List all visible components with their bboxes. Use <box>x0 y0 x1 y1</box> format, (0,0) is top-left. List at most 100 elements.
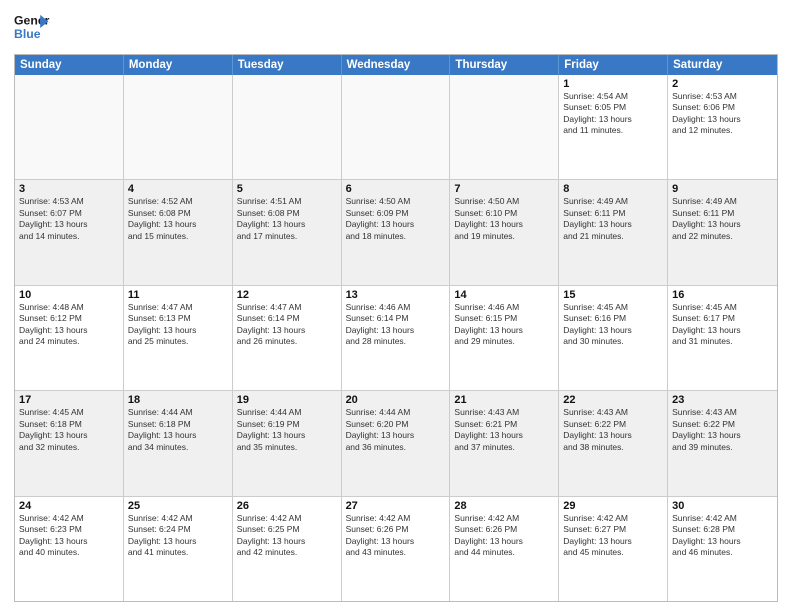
day-cell-27: 27Sunrise: 4:42 AM Sunset: 6:26 PM Dayli… <box>342 497 451 601</box>
day-cell-22: 22Sunrise: 4:43 AM Sunset: 6:22 PM Dayli… <box>559 391 668 495</box>
empty-cell-0-0 <box>15 75 124 179</box>
logo-icon: GeneralBlue <box>14 10 50 46</box>
day-cell-11: 11Sunrise: 4:47 AM Sunset: 6:13 PM Dayli… <box>124 286 233 390</box>
day-number: 29 <box>563 500 663 512</box>
day-info: Sunrise: 4:45 AM Sunset: 6:16 PM Dayligh… <box>563 302 663 348</box>
day-number: 14 <box>454 289 554 301</box>
day-info: Sunrise: 4:43 AM Sunset: 6:22 PM Dayligh… <box>563 407 663 453</box>
day-number: 12 <box>237 289 337 301</box>
day-info: Sunrise: 4:50 AM Sunset: 6:10 PM Dayligh… <box>454 196 554 242</box>
day-info: Sunrise: 4:43 AM Sunset: 6:21 PM Dayligh… <box>454 407 554 453</box>
calendar-header-row: SundayMondayTuesdayWednesdayThursdayFrid… <box>15 55 777 75</box>
day-cell-6: 6Sunrise: 4:50 AM Sunset: 6:09 PM Daylig… <box>342 180 451 284</box>
day-info: Sunrise: 4:49 AM Sunset: 6:11 PM Dayligh… <box>672 196 773 242</box>
day-info: Sunrise: 4:43 AM Sunset: 6:22 PM Dayligh… <box>672 407 773 453</box>
day-cell-20: 20Sunrise: 4:44 AM Sunset: 6:20 PM Dayli… <box>342 391 451 495</box>
day-number: 3 <box>19 183 119 195</box>
day-info: Sunrise: 4:42 AM Sunset: 6:26 PM Dayligh… <box>346 513 446 559</box>
calendar-row-3: 17Sunrise: 4:45 AM Sunset: 6:18 PM Dayli… <box>15 390 777 495</box>
day-cell-12: 12Sunrise: 4:47 AM Sunset: 6:14 PM Dayli… <box>233 286 342 390</box>
empty-cell-0-2 <box>233 75 342 179</box>
day-cell-7: 7Sunrise: 4:50 AM Sunset: 6:10 PM Daylig… <box>450 180 559 284</box>
day-number: 28 <box>454 500 554 512</box>
day-number: 11 <box>128 289 228 301</box>
day-info: Sunrise: 4:46 AM Sunset: 6:14 PM Dayligh… <box>346 302 446 348</box>
day-info: Sunrise: 4:48 AM Sunset: 6:12 PM Dayligh… <box>19 302 119 348</box>
day-number: 5 <box>237 183 337 195</box>
day-number: 2 <box>672 78 773 90</box>
day-number: 23 <box>672 394 773 406</box>
day-cell-8: 8Sunrise: 4:49 AM Sunset: 6:11 PM Daylig… <box>559 180 668 284</box>
day-cell-28: 28Sunrise: 4:42 AM Sunset: 6:26 PM Dayli… <box>450 497 559 601</box>
day-cell-10: 10Sunrise: 4:48 AM Sunset: 6:12 PM Dayli… <box>15 286 124 390</box>
header-cell-friday: Friday <box>559 55 668 75</box>
header-cell-wednesday: Wednesday <box>342 55 451 75</box>
calendar-row-2: 10Sunrise: 4:48 AM Sunset: 6:12 PM Dayli… <box>15 285 777 390</box>
page: GeneralBlue SundayMondayTuesdayWednesday… <box>0 0 792 612</box>
day-number: 22 <box>563 394 663 406</box>
day-number: 26 <box>237 500 337 512</box>
day-info: Sunrise: 4:50 AM Sunset: 6:09 PM Dayligh… <box>346 196 446 242</box>
logo: GeneralBlue <box>14 10 50 46</box>
day-number: 17 <box>19 394 119 406</box>
header-cell-monday: Monday <box>124 55 233 75</box>
empty-cell-0-3 <box>342 75 451 179</box>
header: GeneralBlue <box>14 10 778 46</box>
day-number: 20 <box>346 394 446 406</box>
day-number: 8 <box>563 183 663 195</box>
day-cell-5: 5Sunrise: 4:51 AM Sunset: 6:08 PM Daylig… <box>233 180 342 284</box>
day-cell-9: 9Sunrise: 4:49 AM Sunset: 6:11 PM Daylig… <box>668 180 777 284</box>
header-cell-saturday: Saturday <box>668 55 777 75</box>
day-info: Sunrise: 4:49 AM Sunset: 6:11 PM Dayligh… <box>563 196 663 242</box>
header-cell-thursday: Thursday <box>450 55 559 75</box>
day-cell-16: 16Sunrise: 4:45 AM Sunset: 6:17 PM Dayli… <box>668 286 777 390</box>
day-info: Sunrise: 4:53 AM Sunset: 6:06 PM Dayligh… <box>672 91 773 137</box>
day-number: 4 <box>128 183 228 195</box>
day-info: Sunrise: 4:45 AM Sunset: 6:17 PM Dayligh… <box>672 302 773 348</box>
day-cell-13: 13Sunrise: 4:46 AM Sunset: 6:14 PM Dayli… <box>342 286 451 390</box>
day-number: 7 <box>454 183 554 195</box>
day-cell-15: 15Sunrise: 4:45 AM Sunset: 6:16 PM Dayli… <box>559 286 668 390</box>
calendar-row-4: 24Sunrise: 4:42 AM Sunset: 6:23 PM Dayli… <box>15 496 777 601</box>
day-info: Sunrise: 4:42 AM Sunset: 6:28 PM Dayligh… <box>672 513 773 559</box>
day-number: 21 <box>454 394 554 406</box>
day-info: Sunrise: 4:47 AM Sunset: 6:13 PM Dayligh… <box>128 302 228 348</box>
day-info: Sunrise: 4:42 AM Sunset: 6:23 PM Dayligh… <box>19 513 119 559</box>
day-cell-23: 23Sunrise: 4:43 AM Sunset: 6:22 PM Dayli… <box>668 391 777 495</box>
day-cell-25: 25Sunrise: 4:42 AM Sunset: 6:24 PM Dayli… <box>124 497 233 601</box>
day-number: 1 <box>563 78 663 90</box>
day-cell-2: 2Sunrise: 4:53 AM Sunset: 6:06 PM Daylig… <box>668 75 777 179</box>
day-cell-26: 26Sunrise: 4:42 AM Sunset: 6:25 PM Dayli… <box>233 497 342 601</box>
day-number: 27 <box>346 500 446 512</box>
day-number: 16 <box>672 289 773 301</box>
day-info: Sunrise: 4:47 AM Sunset: 6:14 PM Dayligh… <box>237 302 337 348</box>
empty-cell-0-1 <box>124 75 233 179</box>
day-number: 19 <box>237 394 337 406</box>
day-number: 6 <box>346 183 446 195</box>
day-number: 30 <box>672 500 773 512</box>
day-cell-4: 4Sunrise: 4:52 AM Sunset: 6:08 PM Daylig… <box>124 180 233 284</box>
day-info: Sunrise: 4:42 AM Sunset: 6:24 PM Dayligh… <box>128 513 228 559</box>
day-cell-17: 17Sunrise: 4:45 AM Sunset: 6:18 PM Dayli… <box>15 391 124 495</box>
day-info: Sunrise: 4:44 AM Sunset: 6:19 PM Dayligh… <box>237 407 337 453</box>
day-info: Sunrise: 4:51 AM Sunset: 6:08 PM Dayligh… <box>237 196 337 242</box>
day-number: 18 <box>128 394 228 406</box>
day-info: Sunrise: 4:53 AM Sunset: 6:07 PM Dayligh… <box>19 196 119 242</box>
calendar-row-0: 1Sunrise: 4:54 AM Sunset: 6:05 PM Daylig… <box>15 75 777 179</box>
calendar: SundayMondayTuesdayWednesdayThursdayFrid… <box>14 54 778 602</box>
day-cell-18: 18Sunrise: 4:44 AM Sunset: 6:18 PM Dayli… <box>124 391 233 495</box>
calendar-body: 1Sunrise: 4:54 AM Sunset: 6:05 PM Daylig… <box>15 75 777 601</box>
day-number: 13 <box>346 289 446 301</box>
day-info: Sunrise: 4:52 AM Sunset: 6:08 PM Dayligh… <box>128 196 228 242</box>
day-cell-1: 1Sunrise: 4:54 AM Sunset: 6:05 PM Daylig… <box>559 75 668 179</box>
day-info: Sunrise: 4:42 AM Sunset: 6:25 PM Dayligh… <box>237 513 337 559</box>
day-cell-29: 29Sunrise: 4:42 AM Sunset: 6:27 PM Dayli… <box>559 497 668 601</box>
day-cell-21: 21Sunrise: 4:43 AM Sunset: 6:21 PM Dayli… <box>450 391 559 495</box>
day-info: Sunrise: 4:42 AM Sunset: 6:26 PM Dayligh… <box>454 513 554 559</box>
day-cell-14: 14Sunrise: 4:46 AM Sunset: 6:15 PM Dayli… <box>450 286 559 390</box>
day-info: Sunrise: 4:44 AM Sunset: 6:18 PM Dayligh… <box>128 407 228 453</box>
day-number: 24 <box>19 500 119 512</box>
day-number: 15 <box>563 289 663 301</box>
day-cell-30: 30Sunrise: 4:42 AM Sunset: 6:28 PM Dayli… <box>668 497 777 601</box>
day-cell-24: 24Sunrise: 4:42 AM Sunset: 6:23 PM Dayli… <box>15 497 124 601</box>
